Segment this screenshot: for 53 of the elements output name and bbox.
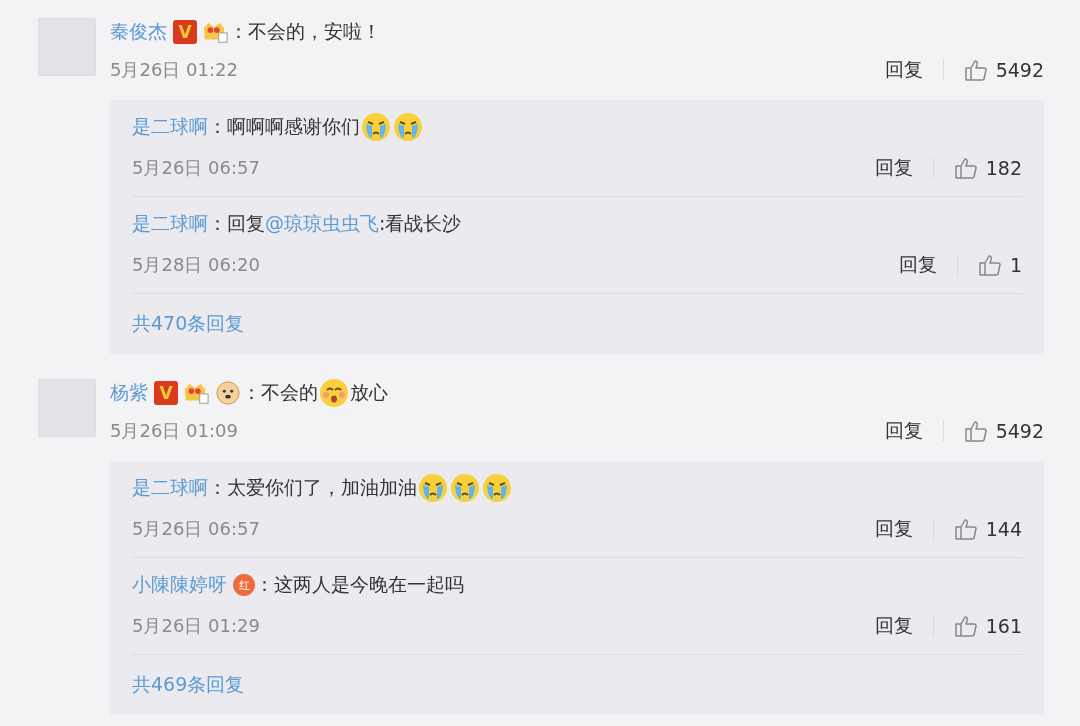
timestamp: 5月26日 01:29 [132,614,260,638]
comment-text: ：太爱你们了，加油加油 [208,475,417,500]
comment-text: ：回复 [208,211,265,236]
reply-link[interactable]: 回复 [884,418,923,444]
timestamp: 5月26日 06:57 [132,517,260,541]
blushing-face-icon [319,378,349,408]
more-replies-link[interactable]: 共470条回复 [132,311,245,337]
reply-link[interactable]: 回复 [874,613,913,639]
more-replies-link[interactable]: 共469条回复 [132,672,245,698]
thumbs-up-icon[interactable] [953,614,978,638]
username-link[interactable]: 小陳陳婷呀 [132,572,227,598]
comment-text: 放心 [350,380,388,405]
timestamp: 5月26日 01:22 [110,58,238,82]
timestamp: 5月26日 01:09 [110,419,238,443]
username-link[interactable]: 是二球啊 [132,114,208,140]
dog-face-icon [214,380,242,406]
reply-link[interactable]: 回复 [884,57,923,83]
reply-link[interactable]: 回复 [874,155,913,181]
crying-face-icon [418,473,448,503]
reply-link[interactable]: 回复 [898,252,937,278]
username-link[interactable]: 是二球啊 [132,211,208,237]
thumbs-up-icon[interactable] [953,156,978,180]
comment-text: ：这两人是今晚在一起吗 [255,572,464,597]
username-link[interactable]: 杨紫 [110,380,148,406]
crying-face-icon [393,112,423,142]
reply-link[interactable]: 回复 [874,516,913,542]
thumbs-up-icon[interactable] [963,419,988,443]
comment-text: ：不会的，安啦！ [229,19,381,44]
avatar-placeholder [38,18,96,76]
verified-badge: V [154,381,178,405]
comment-text: ：啊啊啊感谢你们 [208,114,360,139]
like-count: 182 [985,157,1022,179]
crying-face-icon [450,473,480,503]
like-count: 1 [1009,254,1022,276]
mention-link[interactable]: @琼琼虫虫飞 [265,211,379,237]
thumbs-up-icon[interactable] [953,517,978,541]
timestamp: 5月28日 06:20 [132,253,260,277]
like-count: 5492 [995,59,1044,81]
like-count: 144 [985,518,1022,540]
avatar-placeholder [38,379,96,437]
thumbs-up-icon[interactable] [977,253,1002,277]
username-link[interactable]: 秦俊杰 [110,19,167,45]
thumbs-up-icon[interactable] [963,58,988,82]
timestamp: 5月26日 06:57 [132,156,260,180]
username-link[interactable]: 是二球啊 [132,475,208,501]
comment-text: ：不会的 [242,380,318,405]
crying-face-icon [361,112,391,142]
like-count: 5492 [995,420,1044,442]
crying-face-icon [482,473,512,503]
comment-text: :看战长沙 [379,211,462,236]
verified-badge: V [173,20,197,44]
level-badge: 红 [233,574,255,596]
like-count: 161 [985,615,1022,637]
